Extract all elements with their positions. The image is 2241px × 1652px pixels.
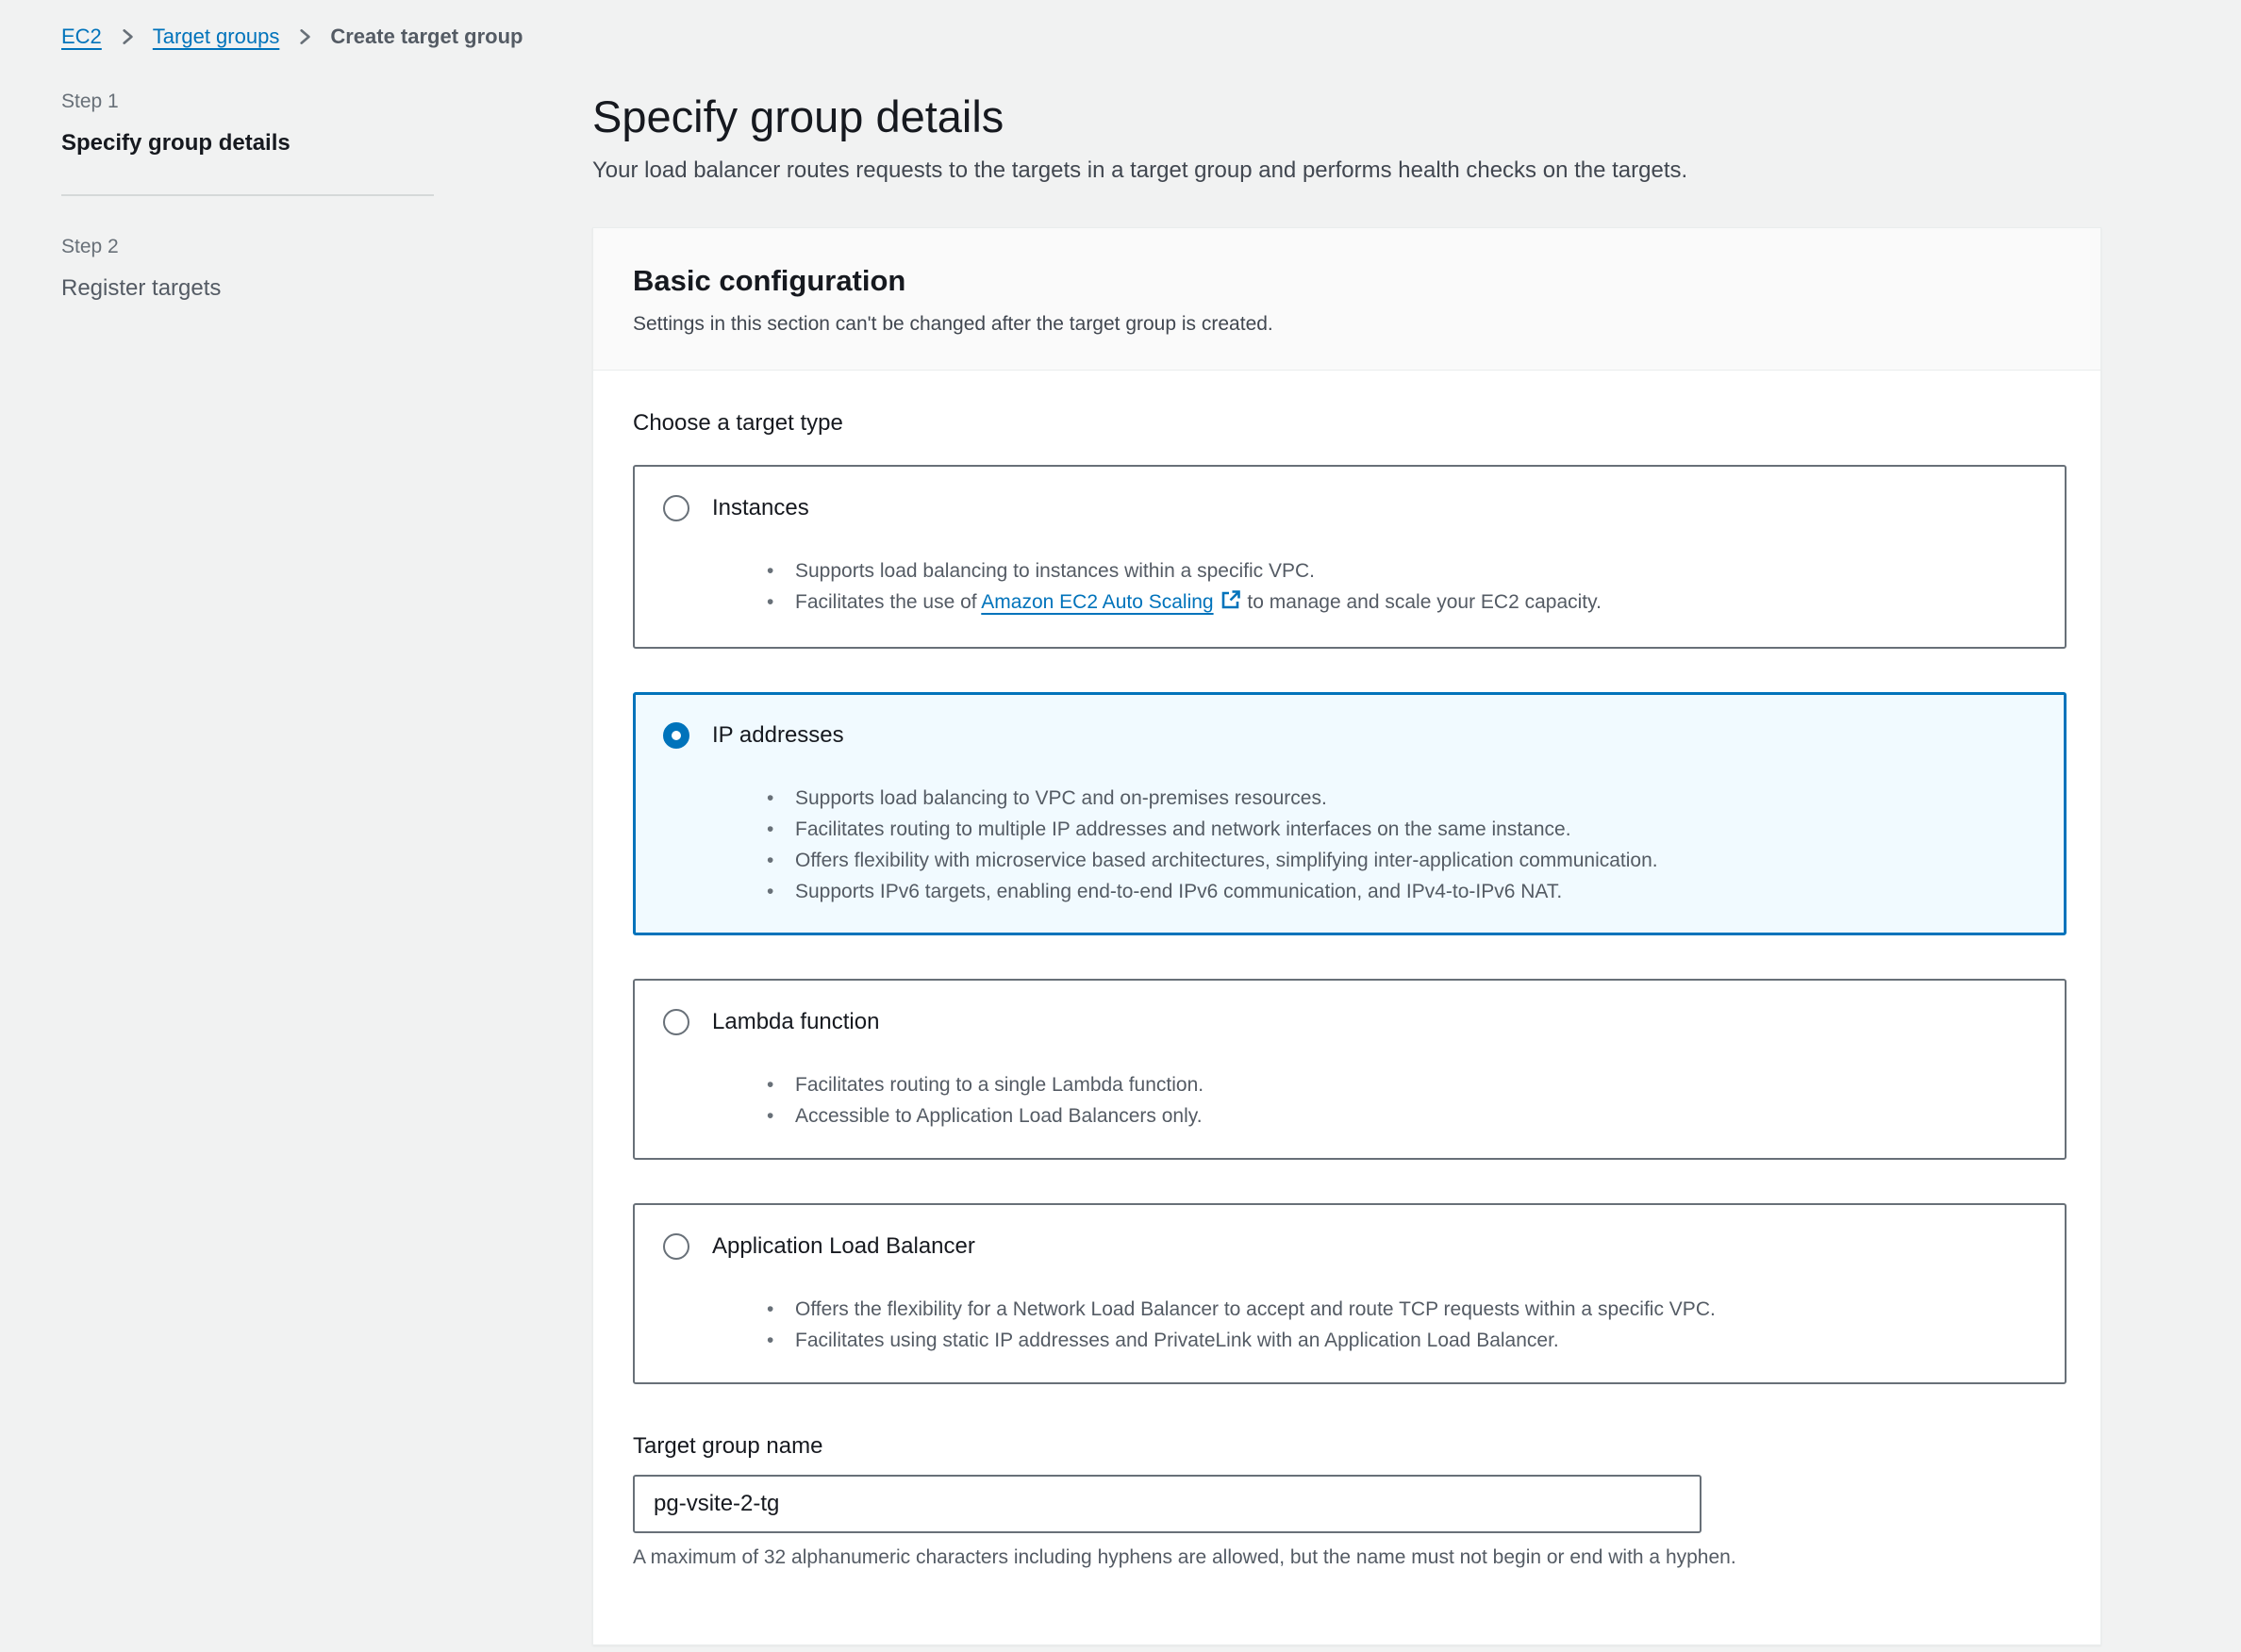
target-type-options: Instances • Supports load balancing to i… xyxy=(633,465,2061,1384)
breadcrumb-current: Create target group xyxy=(330,25,523,49)
breadcrumb-link-target-groups[interactable]: Target groups xyxy=(153,25,280,49)
option-bullets: • Supports load balancing to instances w… xyxy=(767,555,2036,620)
option-bullet: • Supports load balancing to VPC and on-… xyxy=(767,783,2036,814)
chevron-right-icon xyxy=(294,26,315,47)
radio-ip-addresses[interactable] xyxy=(663,722,689,749)
panel-header: Basic configuration Settings in this sec… xyxy=(593,228,2100,371)
target-type-option-label: Lambda function xyxy=(712,1009,879,1035)
target-type-card-alb[interactable]: Application Load Balancer • Offers the f… xyxy=(633,1203,2067,1384)
option-bullet: • Supports IPv6 targets, enabling end-to… xyxy=(767,876,2036,907)
target-type-label: Choose a target type xyxy=(633,410,2061,437)
bullet-dot: • xyxy=(767,1325,795,1356)
wizard-steps-nav: Step 1 Specify group details Step 2 Regi… xyxy=(61,91,592,1645)
target-group-name-label: Target group name xyxy=(633,1433,822,1459)
bullet-dot: • xyxy=(767,1069,795,1100)
target-type-option-label: Application Load Balancer xyxy=(712,1233,975,1260)
bullet-dot: • xyxy=(767,1100,795,1132)
radio-lambda[interactable] xyxy=(663,1009,689,1035)
target-group-name-field: Target group name A maximum of 32 alphan… xyxy=(633,1433,2061,1569)
radio-alb[interactable] xyxy=(663,1233,689,1260)
chevron-right-icon xyxy=(117,26,138,47)
external-link-icon xyxy=(1220,588,1242,620)
bullet-text-segment: to manage and scale your EC2 capacity. xyxy=(1242,591,1602,613)
target-type-option-label: IP addresses xyxy=(712,722,844,749)
basic-configuration-panel: Basic configuration Settings in this sec… xyxy=(592,227,2101,1645)
panel-title: Basic configuration xyxy=(633,264,2061,298)
steps-divider xyxy=(61,194,434,196)
bullet-text: Facilitates routing to multiple IP addre… xyxy=(795,814,1571,845)
target-type-option-label: Instances xyxy=(712,495,809,521)
option-bullets: • Supports load balancing to VPC and on-… xyxy=(767,783,2036,907)
option-bullet: • Supports load balancing to instances w… xyxy=(767,555,2036,586)
bullet-text: Facilitates the use of Amazon EC2 Auto S… xyxy=(795,586,1602,620)
target-type-card-instances[interactable]: Instances • Supports load balancing to i… xyxy=(633,465,2067,649)
target-type-card-lambda[interactable]: Lambda function • Facilitates routing to… xyxy=(633,979,2067,1160)
bullet-text: Facilitates using static IP addresses an… xyxy=(795,1325,1559,1356)
bullet-text: Facilitates routing to a single Lambda f… xyxy=(795,1069,1204,1100)
step-1: Step 1 Specify group details xyxy=(61,91,592,157)
page-title: Specify group details xyxy=(592,91,2101,142)
step-2-label: Step 2 xyxy=(61,236,592,258)
option-bullet: • Offers the flexibility for a Network L… xyxy=(767,1294,2036,1325)
option-bullets: • Offers the flexibility for a Network L… xyxy=(767,1294,2036,1356)
target-group-name-help: A maximum of 32 alphanumeric characters … xyxy=(633,1546,2061,1569)
option-bullet: • Facilitates routing to a single Lambda… xyxy=(767,1069,2036,1100)
bullet-dot: • xyxy=(767,814,795,845)
step-2-title: Register targets xyxy=(61,275,592,302)
step-1-title[interactable]: Specify group details xyxy=(61,130,592,157)
panel-description: Settings in this section can't be change… xyxy=(633,313,2061,336)
option-bullet: • Facilitates the use of Amazon EC2 Auto… xyxy=(767,586,2036,620)
breadcrumb: EC2 Target groups Create target group xyxy=(61,25,2241,49)
bullet-text: Offers the flexibility for a Network Loa… xyxy=(795,1294,1716,1325)
target-type-card-ip-addresses[interactable]: IP addresses • Supports load balancing t… xyxy=(633,692,2067,935)
option-bullet: • Facilitates routing to multiple IP add… xyxy=(767,814,2036,845)
breadcrumb-link-ec2[interactable]: EC2 xyxy=(61,25,102,49)
target-group-name-input[interactable] xyxy=(633,1475,1702,1533)
step-1-label: Step 1 xyxy=(61,91,592,113)
radio-instances[interactable] xyxy=(663,495,689,521)
option-bullet: • Facilitates using static IP addresses … xyxy=(767,1325,2036,1356)
bullet-dot: • xyxy=(767,783,795,814)
bullet-text-segment: Facilitates the use of xyxy=(795,591,981,613)
create-target-group-page: EC2 Target groups Create target group St… xyxy=(0,0,2241,1652)
bullet-text: Accessible to Application Load Balancers… xyxy=(795,1100,1203,1132)
bullet-dot: • xyxy=(767,845,795,876)
bullet-text: Supports load balancing to VPC and on-pr… xyxy=(795,783,1327,814)
main-content: Specify group details Your load balancer… xyxy=(592,91,2101,1645)
bullet-text: Supports load balancing to instances wit… xyxy=(795,555,1315,586)
bullet-dot: • xyxy=(767,1294,795,1325)
bullet-dot: • xyxy=(767,586,795,620)
page-description: Your load balancer routes requests to th… xyxy=(592,157,2101,184)
ec2-auto-scaling-link[interactable]: Amazon EC2 Auto Scaling xyxy=(981,591,1241,613)
bullet-text: Supports IPv6 targets, enabling end-to-e… xyxy=(795,876,1562,907)
bullet-text: Offers flexibility with microservice bas… xyxy=(795,845,1658,876)
link-text: Amazon EC2 Auto Scaling xyxy=(981,591,1213,613)
bullet-dot: • xyxy=(767,876,795,907)
panel-body: Choose a target type Instances • xyxy=(593,371,2100,1644)
step-2: Step 2 Register targets xyxy=(61,236,592,302)
option-bullet: • Accessible to Application Load Balance… xyxy=(767,1100,2036,1132)
option-bullets: • Facilitates routing to a single Lambda… xyxy=(767,1069,2036,1132)
bullet-dot: • xyxy=(767,555,795,586)
option-bullet: • Offers flexibility with microservice b… xyxy=(767,845,2036,876)
